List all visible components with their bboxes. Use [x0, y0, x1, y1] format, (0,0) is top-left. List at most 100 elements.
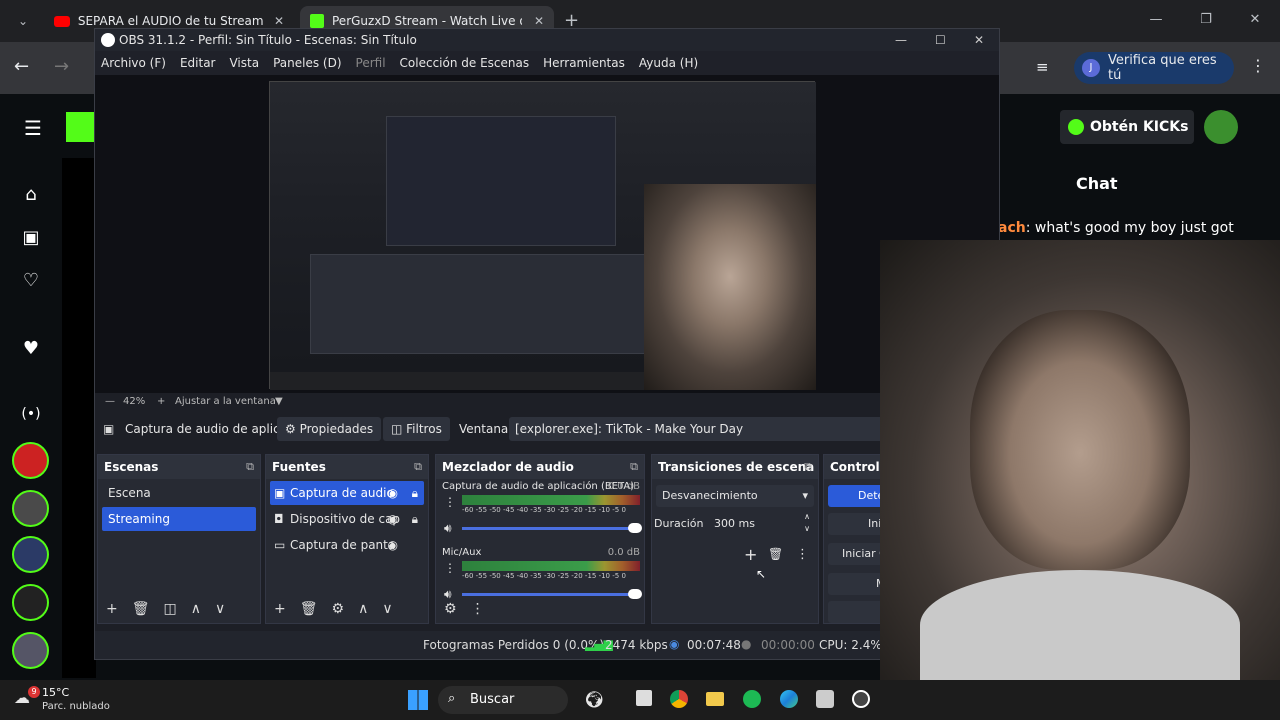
undock-icon[interactable]: ⧉: [804, 455, 812, 479]
chevron-down-icon: ▾: [802, 489, 808, 502]
close-tab-icon[interactable]: ✕: [534, 14, 544, 28]
scene-item[interactable]: Escena: [102, 481, 256, 505]
obs-close-icon[interactable]: ✕: [974, 29, 984, 51]
add-transition-icon[interactable]: +: [744, 545, 757, 564]
menu-perfil[interactable]: Perfil: [356, 51, 386, 75]
restore-icon[interactable]: ❐: [1194, 8, 1218, 32]
mixer-menu-icon[interactable]: ⋮: [471, 601, 485, 617]
channel-menu-icon[interactable]: ⋮: [444, 495, 456, 509]
channel-avatar[interactable]: [12, 490, 49, 527]
obs-taskbar-icon[interactable]: [852, 690, 870, 708]
verify-button[interactable]: J Verifica que eres tú: [1074, 52, 1234, 84]
obs-minimize-icon[interactable]: —: [895, 29, 907, 51]
file-explorer-icon[interactable]: [706, 692, 724, 706]
mixer-header: Mezclador de audio ⧉: [436, 455, 644, 479]
advanced-audio-icon[interactable]: ⚙: [444, 601, 457, 617]
browser-menu-icon[interactable]: ⋮: [1250, 56, 1266, 75]
trash-icon[interactable]: 🗑: [300, 601, 318, 617]
channel-menu-icon[interactable]: ⋮: [444, 561, 456, 575]
minimize-icon[interactable]: —: [1144, 8, 1168, 32]
channel-avatar[interactable]: [12, 632, 49, 669]
channel-avatar[interactable]: [12, 442, 49, 479]
task-view-icon[interactable]: [636, 690, 652, 706]
lock-icon[interactable]: 🔒︎: [412, 481, 418, 505]
slider-handle[interactable]: [628, 523, 642, 533]
reading-mode-icon[interactable]: ≡: [1036, 58, 1049, 76]
get-kicks-button[interactable]: Obtén KICKs: [1060, 110, 1194, 144]
chat-username[interactable]: ach: [998, 220, 1026, 236]
source-item[interactable]: ◘ Dispositivo de cap ◉ 🔒︎: [270, 507, 424, 531]
window-select[interactable]: [explorer.exe]: TikTok - Make Your Day: [509, 417, 909, 441]
weather-widget[interactable]: ☁ 9 15°C Parc. nublado: [14, 684, 134, 716]
undock-icon[interactable]: ⧉: [630, 455, 638, 479]
zoom-out-button[interactable]: —: [105, 393, 115, 411]
move-up-icon[interactable]: ∧: [358, 601, 368, 617]
volume-slider[interactable]: [462, 523, 642, 533]
chat-message: ach: what's good my boy just got: [998, 220, 1234, 236]
channel-avatar[interactable]: [12, 536, 49, 573]
gear-icon[interactable]: ⚙: [332, 601, 345, 617]
transition-select[interactable]: Desvanecimiento ▾: [656, 485, 814, 507]
eye-icon[interactable]: ◉: [388, 481, 398, 505]
move-up-icon[interactable]: ∧: [191, 601, 201, 617]
hamburger-menu-icon[interactable]: ☰: [24, 116, 42, 140]
scene-item[interactable]: Streaming: [102, 507, 256, 531]
spinner-icon[interactable]: ∧ ∨: [804, 511, 810, 535]
obs-preview[interactable]: [95, 75, 999, 393]
source-item[interactable]: ▣ Captura de audio ◉ 🔒︎: [270, 481, 424, 505]
live-icon[interactable]: (•): [18, 406, 44, 432]
favorites-heart-icon[interactable]: ♥: [18, 338, 44, 364]
spotify-icon[interactable]: [743, 690, 761, 708]
stream-player[interactable]: [62, 158, 96, 678]
lock-icon[interactable]: 🔒︎: [412, 507, 418, 531]
back-icon[interactable]: ←: [14, 56, 29, 77]
app-icon[interactable]: [816, 690, 834, 708]
filters-button[interactable]: ◫ Filtros: [383, 417, 450, 441]
home-icon[interactable]: ⌂: [18, 184, 44, 210]
taskbar-search[interactable]: ⌕ Buscar: [438, 686, 568, 714]
tab-list-chevron-icon[interactable]: ⌄: [12, 10, 34, 32]
close-window-icon[interactable]: ✕: [1243, 8, 1267, 32]
menu-coleccion[interactable]: Colección de Escenas: [400, 51, 530, 75]
browse-icon[interactable]: ▣: [18, 227, 44, 253]
move-down-icon[interactable]: ∨: [382, 601, 392, 617]
menu-ayuda[interactable]: Ayuda (H): [639, 51, 698, 75]
add-icon[interactable]: +: [106, 601, 118, 617]
preview-canvas[interactable]: [269, 81, 816, 390]
menu-herramientas[interactable]: Herramientas: [543, 51, 625, 75]
menu-editar[interactable]: Editar: [180, 51, 216, 75]
undock-icon[interactable]: ⧉: [414, 455, 422, 479]
widgets-icon[interactable]: 🌍︎: [584, 690, 604, 709]
filters-icon[interactable]: ◫: [164, 601, 177, 617]
menu-vista[interactable]: Vista: [229, 51, 259, 75]
following-heart-icon[interactable]: ♡: [18, 270, 44, 296]
channel-avatar[interactable]: [12, 584, 49, 621]
webcam-overlay: [880, 240, 1280, 680]
edge-icon[interactable]: [780, 690, 798, 708]
trash-icon[interactable]: 🗑: [132, 601, 150, 617]
forward-icon[interactable]: →: [54, 56, 69, 77]
properties-button[interactable]: ⚙ Propiedades: [277, 417, 382, 441]
menu-archivo[interactable]: Archivo (F): [101, 51, 166, 75]
transitions-dock: Transiciones de escena ⧉ Desvanecimiento …: [651, 454, 819, 624]
windows-start-icon[interactable]: [408, 690, 428, 710]
menu-paneles[interactable]: Paneles (D): [273, 51, 341, 75]
trash-icon[interactable]: 🗑: [768, 547, 783, 561]
eye-icon[interactable]: ◉: [388, 507, 398, 531]
chrome-icon[interactable]: [670, 690, 688, 708]
duration-field[interactable]: 300 ms ∧ ∨: [708, 511, 814, 535]
source-item[interactable]: ▭ Captura de panta ◉: [270, 533, 424, 557]
transition-menu-icon[interactable]: ⋮: [796, 547, 809, 562]
move-down-icon[interactable]: ∨: [215, 601, 225, 617]
undock-icon[interactable]: ⧉: [246, 455, 254, 479]
fit-dropdown-icon[interactable]: ▼: [275, 393, 283, 411]
kick-logo[interactable]: [66, 112, 94, 142]
eye-icon[interactable]: ◉: [388, 533, 398, 557]
close-tab-icon[interactable]: ✕: [274, 14, 284, 28]
speaker-icon[interactable]: 🔊︎: [444, 521, 452, 536]
obs-maximize-icon[interactable]: ☐: [935, 29, 946, 51]
add-icon[interactable]: +: [274, 601, 286, 617]
fit-window-label[interactable]: Ajustar a la ventana: [175, 393, 276, 411]
user-avatar[interactable]: [1204, 110, 1238, 144]
zoom-in-button[interactable]: +: [157, 393, 165, 411]
